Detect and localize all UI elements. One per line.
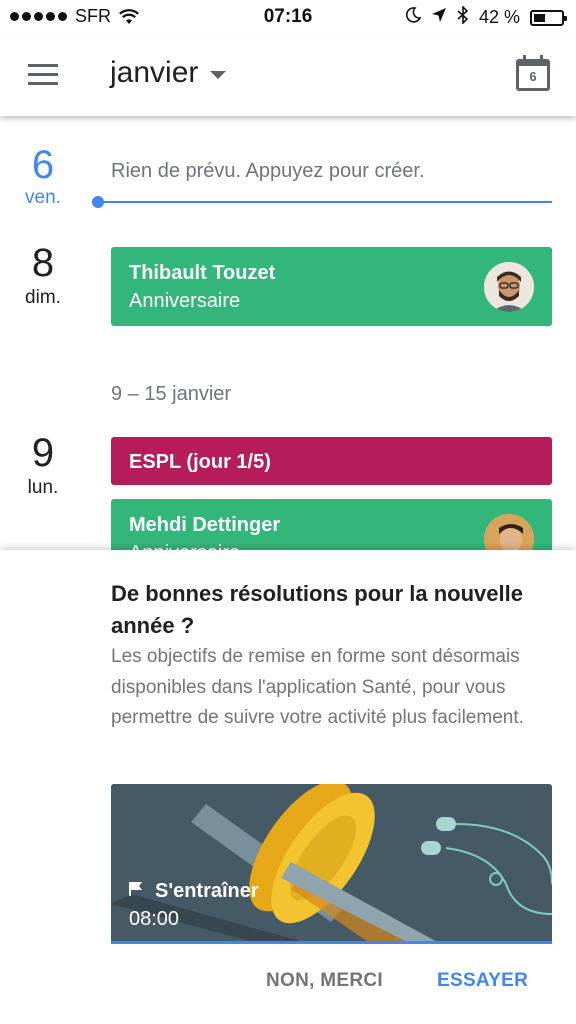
week-range-label: 9 – 15 janvier (111, 383, 232, 405)
promo-title: De bonnes résolutions pour la nouvelle a… (111, 581, 523, 638)
event-title: Thibault Touzet (129, 262, 276, 284)
month-label: janvier (110, 56, 199, 89)
avatar (484, 262, 534, 312)
event-card-birthday[interactable]: Thibault Touzet Anniversaire (111, 247, 552, 326)
today-calendar-icon[interactable]: 6 (516, 55, 550, 91)
day-number: 9 (31, 431, 55, 475)
flag-icon (129, 880, 143, 903)
dismiss-button[interactable]: NON, MERCI (266, 970, 383, 992)
promo-description: Les objectifs de remise en forme sont dé… (111, 646, 524, 728)
try-button[interactable]: ESSAYER (437, 970, 528, 992)
calendar-icon-day: 6 (529, 69, 537, 84)
event-title: Mehdi Dettinger (129, 514, 281, 536)
promo-illustration-card[interactable]: S'entraîner 08:00 (111, 784, 552, 944)
promo-activity-label: S'entraîner (155, 880, 259, 902)
day-number: 6 (31, 143, 55, 187)
status-bar: SFR 07:16 42 % (0, 0, 576, 34)
day-of-week: ven. (25, 187, 61, 208)
current-time-dot (92, 196, 104, 208)
day-of-week: dim. (25, 287, 61, 308)
day-of-week: lun. (27, 477, 59, 498)
hamburger-menu-icon[interactable] (28, 64, 58, 86)
promo-accent-bar (111, 941, 552, 944)
day-number: 8 (31, 241, 55, 285)
event-card-espl[interactable]: ESPL (jour 1/5) (111, 437, 552, 485)
battery-icon (530, 9, 567, 26)
promo-bottom-sheet: De bonnes résolutions pour la nouvelle a… (0, 550, 576, 1024)
event-title: ESPL (jour 1/5) (129, 451, 271, 473)
dropdown-caret-icon (210, 71, 227, 79)
bluetooth-icon (457, 5, 469, 29)
promo-label: S'entraîner (129, 880, 259, 903)
status-bar-right: 42 % (405, 5, 567, 29)
current-time-line (98, 201, 552, 203)
promo-time: 08:00 (129, 908, 180, 930)
moon-icon (405, 7, 422, 28)
empty-day-create-prompt[interactable]: Rien de prévu. Appuyez pour créer. (111, 160, 425, 183)
battery-percent: 42 % (478, 7, 520, 27)
app-bar: janvier 6 (0, 34, 576, 116)
location-arrow-icon (431, 7, 447, 28)
battery-level (534, 13, 545, 22)
month-selector[interactable]: janvier (110, 56, 227, 90)
event-subtitle: Anniversaire (129, 290, 241, 312)
